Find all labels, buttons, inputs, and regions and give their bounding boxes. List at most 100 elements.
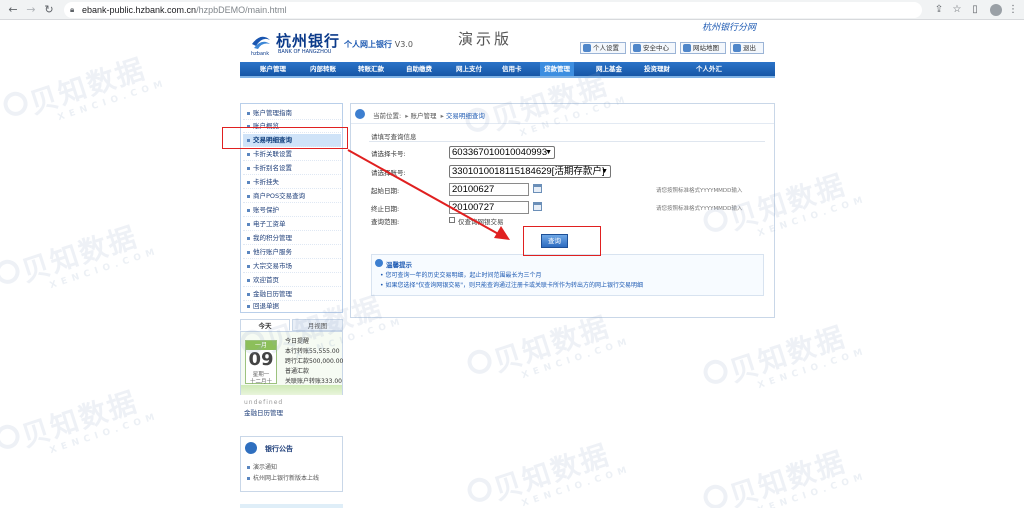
bank-name-en: BANK OF HANGZHOU	[278, 49, 332, 55]
security-center-link[interactable]: 安全中心	[630, 42, 676, 54]
nav-self-payment[interactable]: 自助缴费	[406, 62, 432, 76]
bookmark-star-icon[interactable]: ☆	[950, 3, 964, 17]
map-icon	[683, 44, 691, 52]
bullet-icon	[247, 293, 250, 296]
nav-loan-management[interactable]: 贷款管理	[540, 62, 574, 76]
bullet-icon	[247, 195, 250, 198]
sidebar-item-welcome-home[interactable]: 欢迎首页	[243, 274, 341, 287]
sidebar-item-points-management[interactable]: 我的积分管理	[243, 232, 341, 245]
breadcrumb-label: 当前位置:	[373, 112, 402, 120]
end-date-label: 终止日期:	[371, 205, 400, 213]
nav-internal-transfer[interactable]: 内部转账	[310, 62, 336, 76]
forward-icon[interactable]: →	[24, 3, 38, 17]
calendar-reminder-item[interactable]: 关联账户转账333.00	[285, 376, 343, 385]
calendar-picker-icon[interactable]	[533, 202, 542, 211]
personal-settings-link[interactable]: 个人设置	[580, 42, 626, 54]
account-number-select[interactable]: 3301010018115184629[活期存款户] ▼	[449, 165, 611, 178]
browser-toolbar: ← → ↻ 🔒︎ ebank-public.hzbank.com.cn/hzpb…	[0, 0, 1024, 20]
nav-forex[interactable]: 个人外汇	[696, 62, 722, 76]
sidebar-item-merchant-pos-query[interactable]: 商户POS交易查询	[243, 190, 341, 203]
sidebar-item-label: 欢迎首页	[253, 276, 279, 284]
bulletin-item-label: 演示通知	[253, 464, 278, 471]
bullet-icon	[247, 279, 250, 282]
calendar-reminder-item[interactable]: 本行转账55,555.00	[285, 346, 343, 355]
watermark-text-en: XENCIO.COM	[48, 411, 161, 457]
top-link-label: 退出	[743, 44, 756, 52]
sidepanel-icon[interactable]: ▯	[968, 3, 982, 17]
calendar-lunar-date: 十二月十	[249, 379, 272, 385]
logout-link[interactable]: 退出	[730, 42, 764, 54]
nav-transfer-remittance[interactable]: 转账汇款	[358, 62, 384, 76]
sidebar-item-label: 商户POS交易查询	[253, 192, 306, 200]
finance-calendar-manage-link[interactable]: 金融日历管理	[244, 407, 283, 417]
tips-box: 温馨提示 • 您可查询一年的历史交易明细，起止时间范围最长为三个月 • 如果您选…	[371, 254, 764, 296]
watermark-logo-icon	[0, 88, 31, 119]
sidebar-item-card-alias-settings[interactable]: 卡折别名设置	[243, 162, 341, 175]
bulletin-item[interactable]: 演示通知	[247, 462, 277, 471]
top-link-label: 网站地图	[693, 44, 719, 52]
address-bar[interactable]: 🔒︎ ebank-public.hzbank.com.cn/hzpbDEMO/m…	[64, 2, 922, 18]
settings-icon	[583, 44, 591, 52]
sidebar-item-e-payslip[interactable]: 电子工资单	[243, 218, 341, 231]
profile-avatar[interactable]	[990, 4, 1002, 16]
calendar-body: 一月 09 星期一 十二月十 今日提醒 本行转账55,555.00 跨行汇款50…	[240, 331, 343, 395]
online-only-checkbox[interactable]	[449, 217, 455, 223]
sidebar-item-return-documents[interactable]: 回退单据	[243, 300, 341, 313]
bulletin-item[interactable]: 杭州网上银行新版本上线	[247, 473, 319, 482]
calendar-picker-icon[interactable]	[533, 184, 542, 193]
calendar-reminder-item[interactable]: 跨行汇款500,000.00	[285, 356, 343, 365]
main-nav: 账户管理 内部转账 转账汇款 自助缴费 网上支付 信用卡 贷款管理 网上基金 投…	[240, 62, 775, 78]
bullet-icon	[247, 181, 250, 184]
lock-icon: 🔒︎	[70, 5, 75, 14]
reload-icon[interactable]: ↻	[42, 3, 56, 17]
tab-month-view[interactable]: 月视图	[292, 319, 343, 331]
bank-bulletin: 银行公告 演示通知 杭州网上银行新版本上线	[240, 436, 343, 492]
calendar-reminder-item[interactable]: 普通汇款	[285, 366, 343, 375]
nav-account-management[interactable]: 账户管理	[260, 62, 286, 76]
sidebar-item-label: 金融日历管理	[253, 290, 292, 298]
start-date-label: 起始日期:	[371, 187, 400, 195]
start-date-hint: 请您按照标准格式YYYYMMDD输入	[656, 188, 743, 194]
card-label: 请选择卡号:	[371, 150, 406, 158]
nav-investment[interactable]: 投资理财	[644, 62, 670, 76]
account-label: 请选择账号:	[371, 169, 406, 177]
announcement-icon	[245, 442, 257, 454]
nav-online-payment[interactable]: 网上支付	[456, 62, 482, 76]
logout-icon	[733, 44, 741, 52]
start-date-input[interactable]: 20100627	[449, 183, 529, 196]
bank-slogan: 杭州银行分网	[702, 23, 757, 33]
sidebar-item-bulk-trading-market[interactable]: 大宗交易市场	[243, 260, 341, 273]
form-title: 请填写查询信息	[371, 133, 417, 141]
end-date-hint: 请您按照标准格式YYYYMMDD输入	[656, 206, 743, 212]
sidebar-item-card-link-settings[interactable]: 卡折关联设置	[243, 148, 341, 161]
sidebar-item-card-loss-report[interactable]: 卡折挂失	[243, 176, 341, 189]
watermark-text-en: XENCIO.COM	[48, 246, 161, 292]
bullet-icon	[247, 112, 250, 115]
sidebar-item-account-guide[interactable]: 账户管理指南	[243, 107, 341, 120]
sidebar-item-other-bank-accounts[interactable]: 他行账户服务	[243, 246, 341, 259]
form-divider	[369, 141, 765, 142]
menu-kebab-icon[interactable]: ⋮	[1006, 3, 1020, 17]
watermark: 贝知数据XENCIO.COM	[0, 375, 161, 463]
nav-online-fund[interactable]: 网上基金	[596, 62, 622, 76]
sidebar-item-account-protection[interactable]: 账号保护	[243, 204, 341, 217]
breadcrumb-text: 当前位置: ▸ 账户管理 ▸ 交易明细查询	[373, 110, 485, 120]
tab-today[interactable]: 今天	[240, 319, 290, 331]
card-number-select[interactable]: 603367010010040993 ▼	[449, 146, 555, 159]
watermark: 贝知数据XENCIO.COM	[0, 42, 169, 130]
annotation-highlight-query-button	[523, 226, 601, 256]
bullet-icon	[247, 251, 250, 254]
calendar-day: 09	[248, 349, 274, 370]
back-icon[interactable]: ←	[6, 3, 20, 17]
breadcrumb-separator: ▸	[405, 112, 409, 120]
site-map-link[interactable]: 网站地图	[680, 42, 726, 54]
sidebar-item-label: 卡折关联设置	[253, 150, 292, 158]
account-number-value: 3301010018115184629[活期存款户]	[452, 166, 605, 177]
share-icon[interactable]: ⇪	[932, 3, 946, 17]
nav-credit-card[interactable]: 信用卡	[502, 62, 522, 76]
calendar-reminder-title: 今日提醒	[285, 338, 310, 345]
online-only-label[interactable]: 仅查询网银交易	[458, 216, 504, 226]
bank-page: 杭州银行 BANK OF HANGZHOU hzbank 个人网上银行 V3.0…	[240, 20, 775, 508]
end-date-input[interactable]: 20100727	[449, 201, 529, 214]
breadcrumb-parent[interactable]: 账户管理	[411, 112, 437, 120]
